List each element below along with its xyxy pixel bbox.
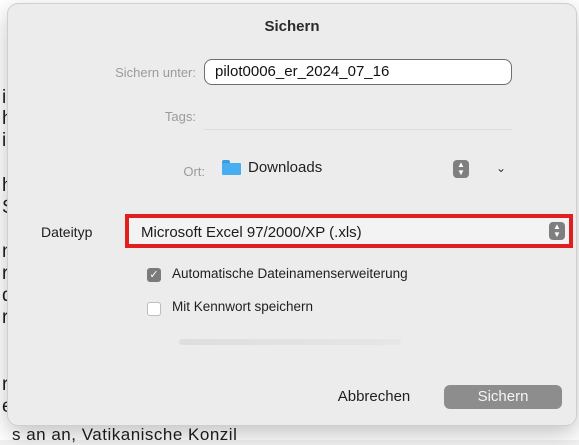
location-value: Downloads — [248, 159, 323, 176]
chevron-down-icon[interactable]: ⌄ — [496, 161, 506, 175]
password-checkbox[interactable] — [147, 302, 161, 316]
location-select[interactable]: Downloads ▲ ▼ — [216, 157, 498, 181]
save-button[interactable]: Sichern — [444, 385, 562, 409]
password-label: Mit Kennwort speichern — [172, 299, 314, 314]
auto-extension-label: Automatische Dateinamenserweiterung — [172, 266, 408, 281]
save-as-label: Sichern unter: — [115, 65, 196, 80]
cancel-button[interactable]: Abbrechen — [320, 385, 428, 409]
file-type-value: Microsoft Excel 97/2000/XP (.xls) — [141, 224, 362, 241]
bg-text-fragment: i — [2, 87, 7, 108]
tags-label: Tags: — [164, 109, 196, 124]
bg-bottom-text: s an an, Vatikanische Konzil — [12, 425, 238, 444]
disabled-option-placeholder — [179, 339, 401, 345]
tags-input[interactable] — [204, 108, 512, 130]
folder-icon — [222, 160, 241, 175]
stepper-icon: ▲ ▼ — [549, 222, 565, 240]
auto-extension-checkbox[interactable]: ✓ — [147, 268, 161, 282]
bg-text-fragment: i — [2, 130, 7, 151]
save-dialog: Sichern Sichern unter: pilot0006_er_2024… — [8, 4, 576, 425]
file-type-label: Dateityp — [41, 224, 93, 240]
checkmark-icon: ✓ — [149, 269, 159, 281]
dialog-title: Sichern — [264, 18, 320, 35]
filename-input[interactable]: pilot0006_er_2024_07_16 — [204, 59, 512, 85]
file-type-select[interactable]: Microsoft Excel 97/2000/XP (.xls) ▲ ▼ — [125, 214, 573, 248]
location-label: Ort: — [183, 164, 205, 179]
stepper-icon: ▲ ▼ — [453, 160, 469, 178]
